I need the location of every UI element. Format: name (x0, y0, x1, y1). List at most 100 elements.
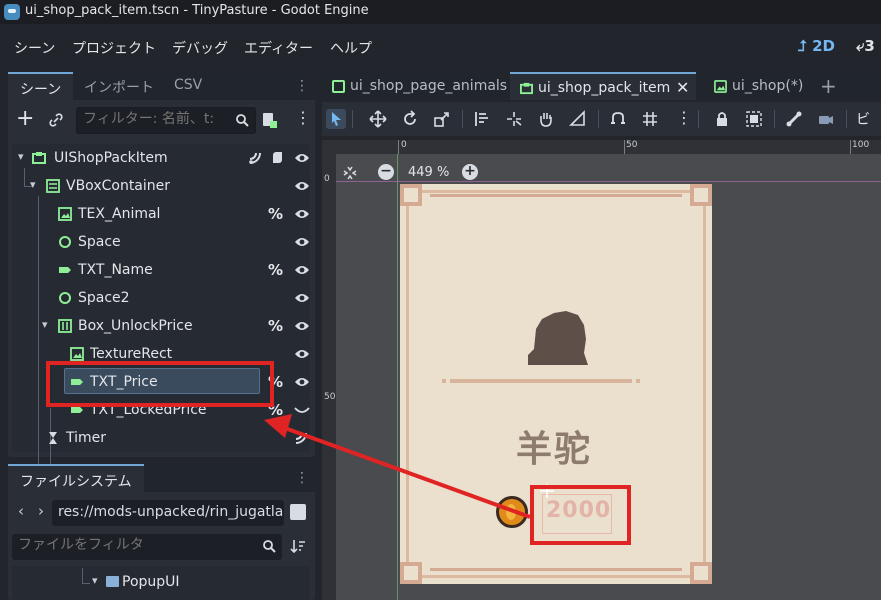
collapse-arrow-icon[interactable]: ▾ (42, 318, 48, 331)
list-select-tool-icon[interactable] (472, 109, 492, 129)
tree-node-tex-animal[interactable]: TEX_Animal % (12, 200, 310, 228)
tree-guide (82, 583, 90, 584)
canvas-toolbar: ⋮ ビ (322, 102, 881, 136)
collapse-arrow-icon[interactable]: ▾ (30, 178, 36, 191)
zoom-out-button[interactable]: − (378, 164, 394, 180)
close-icon[interactable]: ✕ (676, 78, 689, 97)
tab-csv[interactable]: CSV (174, 77, 202, 93)
split-layout-icon[interactable] (290, 504, 306, 520)
tree-node-timer[interactable]: Timer (12, 424, 310, 452)
search-icon (236, 114, 249, 127)
texture-rect-icon (58, 207, 72, 221)
grid-tool-icon[interactable] (640, 109, 660, 129)
back-arrow-icon[interactable]: ‹ (18, 502, 24, 520)
menu-editor[interactable]: エディター (244, 38, 313, 58)
script-icon[interactable] (270, 150, 284, 166)
tree-node-box-unlockprice[interactable]: ▾ Box_UnlockPrice % (12, 312, 310, 340)
move-tool-icon[interactable] (368, 109, 388, 129)
select-tool-icon[interactable] (326, 109, 346, 129)
ruler-tick (624, 140, 625, 154)
tree-node-space2[interactable]: Space2 (12, 284, 310, 312)
add-node-button[interactable]: + (16, 108, 34, 130)
card-corner (690, 562, 712, 584)
collapse-arrow-icon[interactable]: ▾ (18, 150, 24, 163)
node-label: Space (78, 234, 121, 250)
visibility-eye-icon[interactable] (294, 152, 310, 164)
folder-popupui[interactable]: PopupUI (122, 574, 180, 590)
menu-scene[interactable]: シーン (14, 38, 55, 58)
file-filter-input[interactable] (18, 537, 238, 553)
visibility-eye-icon[interactable] (294, 180, 310, 192)
toolbar-separator (846, 110, 847, 128)
dock-menu-icon[interactable]: ⋮ (295, 470, 309, 486)
scene-menu-icon[interactable]: ⋮ (295, 108, 311, 127)
pivot-tool-icon[interactable] (504, 109, 524, 129)
mode-2d-label: 2D (812, 37, 835, 55)
mode-2d-button[interactable]: ⮥ 2D (798, 37, 835, 55)
scene-tabs: ui_shop_page_animals ui_shop_pack_item ✕… (322, 72, 881, 100)
tab-ui-shop[interactable]: ui_shop(*) (704, 72, 824, 100)
visibility-eye-icon[interactable] (294, 348, 310, 360)
file-filter-field[interactable] (12, 534, 282, 560)
view-menu-truncated[interactable]: ビ (856, 109, 870, 129)
menu-project[interactable]: プロジェクト (72, 38, 156, 58)
forward-arrow-icon[interactable]: › (38, 502, 44, 520)
title-bar: ui_shop_pack_item.tscn - TinyPasture - G… (0, 0, 881, 24)
percent-anchor-icon[interactable]: % (268, 205, 283, 223)
group-icon[interactable] (744, 109, 764, 129)
zoom-in-button[interactable]: + (462, 164, 478, 180)
tab-ui-shop-page-animals[interactable]: ui_shop_page_animals (322, 72, 510, 100)
pan-tool-icon[interactable] (536, 109, 556, 129)
collapse-arrow-icon[interactable]: ▾ (92, 574, 98, 587)
ruler-tool-icon[interactable] (568, 109, 588, 129)
toolbar-separator (598, 110, 599, 128)
card-corner (400, 184, 422, 206)
scene-filter-field[interactable] (76, 107, 256, 134)
toolbar-menu-icon[interactable]: ⋮ (676, 108, 692, 127)
sort-icon[interactable] (290, 538, 306, 554)
lock-icon[interactable] (712, 109, 732, 129)
visibility-eye-icon[interactable] (294, 264, 310, 276)
visibility-eye-icon[interactable] (294, 320, 310, 332)
path-field[interactable]: res://mods-unpacked/rin_jugatla- (52, 500, 284, 526)
scale-tool-icon[interactable] (432, 109, 452, 129)
tab-filesystem[interactable]: ファイルシステム (8, 464, 144, 492)
camera-icon[interactable] (816, 109, 836, 129)
tab-scene[interactable]: シーン (8, 72, 74, 100)
center-view-icon[interactable] (342, 165, 358, 181)
menu-help[interactable]: ヘルプ (330, 38, 372, 58)
rotate-tool-icon[interactable] (400, 109, 420, 129)
visibility-hidden-icon[interactable] (294, 404, 310, 416)
tree-node-vboxcontainer[interactable]: ▾ VBoxContainer (12, 172, 310, 200)
visibility-eye-icon[interactable] (294, 236, 310, 248)
ruler-label: 50 (626, 140, 638, 150)
signal-icon[interactable] (248, 151, 262, 165)
percent-anchor-icon[interactable]: % (268, 261, 283, 279)
tab-ui-shop-pack-item[interactable]: ui_shop_pack_item ✕ (510, 72, 696, 100)
visibility-eye-icon[interactable] (294, 208, 310, 220)
menu-debug[interactable]: デバッグ (172, 38, 228, 58)
add-tab-icon[interactable]: + (820, 74, 837, 98)
signal-icon[interactable] (294, 432, 310, 444)
visibility-eye-icon[interactable] (294, 376, 310, 388)
toolbar-separator (698, 110, 699, 128)
tree-node-space[interactable]: Space (12, 228, 310, 256)
zoom-level[interactable]: 449 % (408, 165, 449, 180)
dock-menu-icon[interactable]: ⋮ (295, 78, 309, 94)
tree-node-uishoppackitem[interactable]: ▾ UIShopPackItem (12, 144, 310, 172)
vertical-ruler (322, 140, 336, 600)
control-circle-icon (59, 292, 71, 304)
search-icon (263, 540, 276, 553)
attach-script-icon[interactable] (260, 111, 278, 129)
tab-label: ui_shop_pack_item (538, 80, 671, 96)
tree-node-txt-name[interactable]: TXT_Name % (12, 256, 310, 284)
scene-filter-input[interactable] (83, 111, 223, 127)
visibility-eye-icon[interactable] (294, 292, 310, 304)
mode-3d-button[interactable]: ⤶3 (856, 37, 875, 55)
instantiate-link-icon[interactable] (48, 112, 64, 128)
tree-guide (82, 568, 83, 584)
bone-icon[interactable] (784, 109, 804, 129)
snap-tool-icon[interactable] (608, 109, 628, 129)
percent-anchor-icon[interactable]: % (268, 317, 283, 335)
tab-import[interactable]: インポート (84, 77, 154, 97)
